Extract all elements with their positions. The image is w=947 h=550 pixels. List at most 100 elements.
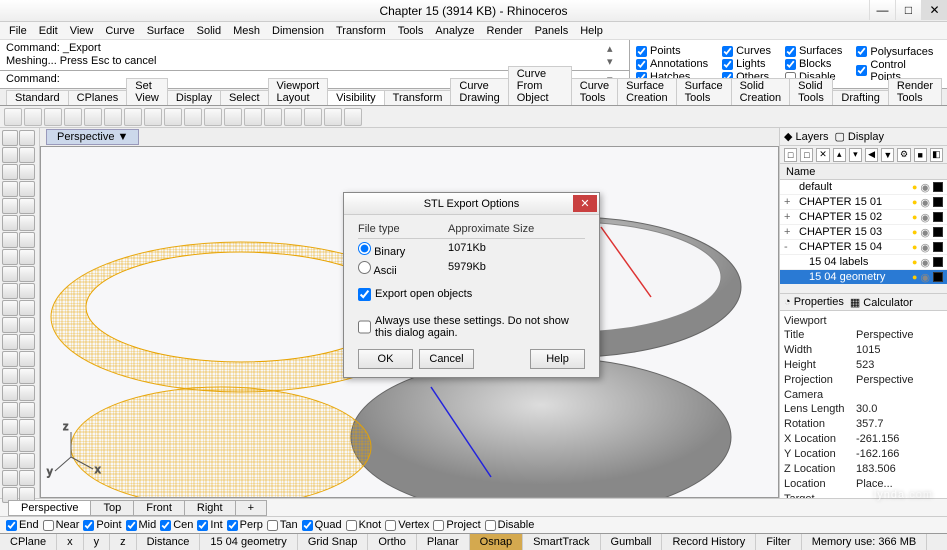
menu-render[interactable]: Render bbox=[482, 25, 528, 37]
layer-tool[interactable]: □ bbox=[784, 148, 797, 162]
tooltab-solid-creation[interactable]: Solid Creation bbox=[731, 78, 791, 105]
dialog-close-button[interactable]: ✕ bbox=[573, 195, 597, 212]
toolbar-button[interactable] bbox=[4, 108, 22, 126]
status-cell[interactable]: Distance bbox=[137, 534, 201, 550]
menu-file[interactable]: File bbox=[4, 25, 32, 37]
status-cell[interactable]: Planar bbox=[417, 534, 470, 550]
tooltab-visibility[interactable]: Visibility bbox=[327, 90, 385, 105]
tool-button[interactable] bbox=[19, 198, 35, 214]
tab-calculator[interactable]: ▦ Calculator bbox=[850, 296, 913, 308]
tooltab-curve-tools[interactable]: Curve Tools bbox=[571, 78, 618, 105]
tooltab-set-view[interactable]: Set View bbox=[126, 78, 168, 105]
tool-button[interactable] bbox=[2, 249, 18, 265]
chk-always-use[interactable]: Always use these settings. Do not show t… bbox=[358, 315, 585, 339]
dialog-titlebar[interactable]: STL Export Options ✕ bbox=[344, 193, 599, 215]
tooltab-cplanes[interactable]: CPlanes bbox=[68, 90, 128, 105]
toolbar-button[interactable] bbox=[224, 108, 242, 126]
toolbar-button[interactable] bbox=[164, 108, 182, 126]
filter-annotations[interactable]: Annotations bbox=[636, 58, 708, 70]
tooltab-drafting[interactable]: Drafting bbox=[832, 90, 889, 105]
radio-binary[interactable]: Binary bbox=[358, 246, 405, 258]
filter-curves[interactable]: Curves bbox=[722, 45, 771, 57]
tooltab-solid-tools[interactable]: Solid Tools bbox=[789, 78, 833, 105]
osnap-disable[interactable]: Disable bbox=[485, 519, 535, 531]
layer-tool[interactable]: ◀ bbox=[865, 148, 878, 162]
menu-mesh[interactable]: Mesh bbox=[228, 25, 265, 37]
layer-tool[interactable]: ■ bbox=[914, 148, 927, 162]
prop-row[interactable]: X Location-261.156 bbox=[784, 431, 943, 446]
tool-button[interactable] bbox=[19, 164, 35, 180]
chk-export-open[interactable]: Export open objects bbox=[358, 288, 585, 301]
layer-tool[interactable]: ▾ bbox=[849, 148, 862, 162]
toolbar-button[interactable] bbox=[324, 108, 342, 126]
filter-lights[interactable]: Lights bbox=[722, 58, 771, 70]
tool-button[interactable] bbox=[2, 334, 18, 350]
tool-button[interactable] bbox=[2, 147, 18, 163]
tool-button[interactable] bbox=[2, 436, 18, 452]
tool-button[interactable] bbox=[19, 368, 35, 384]
menu-analyze[interactable]: Analyze bbox=[430, 25, 479, 37]
tool-button[interactable] bbox=[19, 385, 35, 401]
prop-row[interactable]: Rotation357.7 bbox=[784, 416, 943, 431]
menu-surface[interactable]: Surface bbox=[142, 25, 190, 37]
view-tab-front[interactable]: Front bbox=[133, 500, 185, 516]
tool-button[interactable] bbox=[2, 164, 18, 180]
layer-row[interactable]: 15 04 geometry●◉ bbox=[780, 270, 947, 285]
toolbar-button[interactable] bbox=[44, 108, 62, 126]
tool-button[interactable] bbox=[19, 300, 35, 316]
tool-button[interactable] bbox=[19, 419, 35, 435]
tool-button[interactable] bbox=[19, 470, 35, 486]
osnap-near[interactable]: Near bbox=[43, 519, 80, 531]
filter-surfaces[interactable]: Surfaces bbox=[785, 45, 842, 57]
menu-solid[interactable]: Solid bbox=[192, 25, 226, 37]
menu-curve[interactable]: Curve bbox=[100, 25, 139, 37]
layer-tool[interactable]: ▼ bbox=[881, 148, 894, 162]
tool-button[interactable] bbox=[19, 249, 35, 265]
toolbar-button[interactable] bbox=[264, 108, 282, 126]
toolbar-button[interactable] bbox=[184, 108, 202, 126]
osnap-end[interactable]: End bbox=[6, 519, 39, 531]
tool-button[interactable] bbox=[19, 266, 35, 282]
prop-row[interactable]: Width1015 bbox=[784, 342, 943, 357]
osnap-project[interactable]: Project bbox=[433, 519, 480, 531]
layer-row[interactable]: 15 04 labels●◉ bbox=[780, 255, 947, 270]
menu-dimension[interactable]: Dimension bbox=[267, 25, 329, 37]
ok-button[interactable]: OK bbox=[358, 349, 413, 369]
tool-button[interactable] bbox=[2, 317, 18, 333]
tooltab-display[interactable]: Display bbox=[167, 90, 221, 105]
layer-row[interactable]: +CHAPTER 15 03●◉ bbox=[780, 225, 947, 240]
tool-button[interactable] bbox=[2, 181, 18, 197]
tool-button[interactable] bbox=[2, 385, 18, 401]
filter-blocks[interactable]: Blocks bbox=[785, 58, 842, 70]
tool-button[interactable] bbox=[19, 232, 35, 248]
prop-row[interactable]: ProjectionPerspective bbox=[784, 372, 943, 387]
layer-row[interactable]: +CHAPTER 15 02●◉ bbox=[780, 210, 947, 225]
layer-tool[interactable]: ✕ bbox=[816, 148, 829, 162]
tooltab-transform[interactable]: Transform bbox=[384, 90, 452, 105]
viewport-tab[interactable]: Perspective ▼ bbox=[46, 129, 139, 145]
osnap-mid[interactable]: Mid bbox=[126, 519, 157, 531]
layer-row[interactable]: default●◉ bbox=[780, 180, 947, 195]
menu-view[interactable]: View bbox=[65, 25, 99, 37]
status-cell[interactable]: Record History bbox=[662, 534, 756, 550]
toolbar-button[interactable] bbox=[244, 108, 262, 126]
osnap-tan[interactable]: Tan bbox=[267, 519, 298, 531]
toolbar-button[interactable] bbox=[304, 108, 322, 126]
status-cell[interactable]: Filter bbox=[756, 534, 801, 550]
minimize-button[interactable]: — bbox=[869, 0, 895, 20]
layer-row[interactable]: -CHAPTER 15 04●◉ bbox=[780, 240, 947, 255]
tool-button[interactable] bbox=[2, 130, 18, 146]
layer-tool[interactable]: ▴ bbox=[833, 148, 846, 162]
toolbar-button[interactable] bbox=[84, 108, 102, 126]
tooltab-standard[interactable]: Standard bbox=[6, 90, 69, 105]
toolbar-button[interactable] bbox=[144, 108, 162, 126]
tool-button[interactable] bbox=[19, 351, 35, 367]
filter-points[interactable]: Points bbox=[636, 45, 708, 57]
status-cell[interactable]: Grid Snap bbox=[298, 534, 369, 550]
help-button[interactable]: Help bbox=[530, 349, 585, 369]
menu-edit[interactable]: Edit bbox=[34, 25, 63, 37]
tooltab-select[interactable]: Select bbox=[220, 90, 269, 105]
view-tab-top[interactable]: Top bbox=[90, 500, 134, 516]
cancel-button[interactable]: Cancel bbox=[419, 349, 474, 369]
status-cell[interactable]: SmartTrack bbox=[523, 534, 600, 550]
